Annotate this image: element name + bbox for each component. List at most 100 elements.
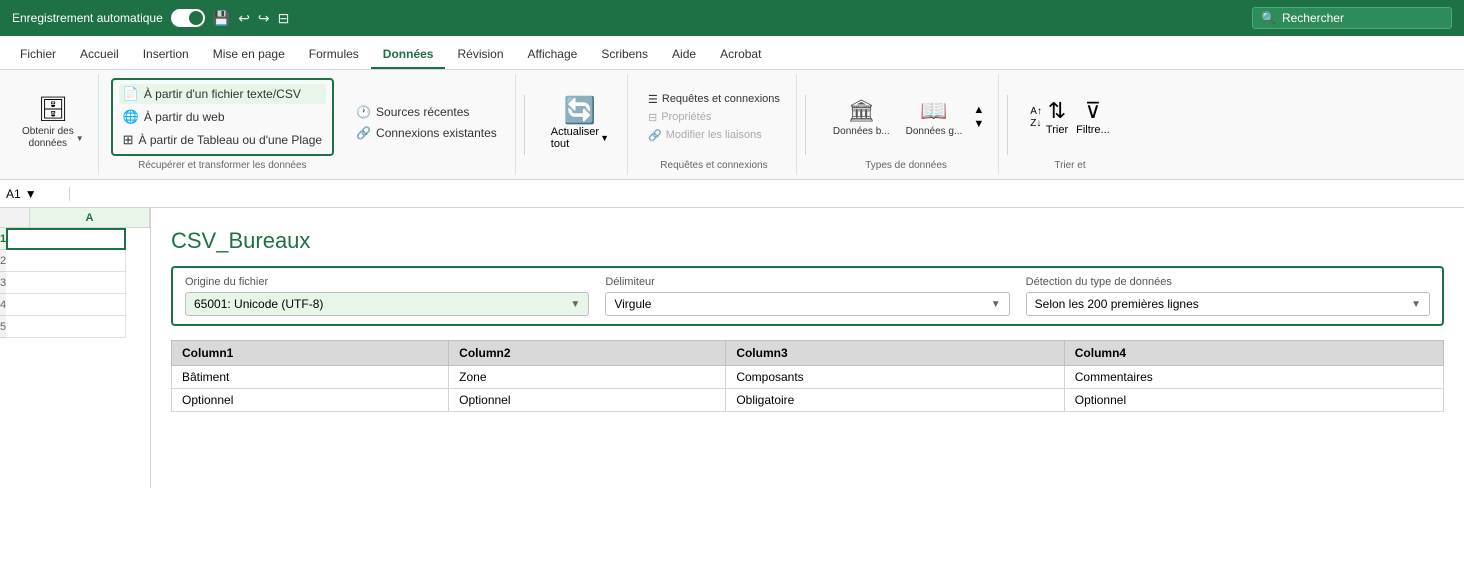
redo-icon[interactable]: ↪ bbox=[258, 10, 270, 27]
arrow-container bbox=[151, 208, 191, 224]
liaisons-label: Modifier les liaisons bbox=[666, 129, 762, 141]
tab-aide[interactable]: Aide bbox=[660, 41, 708, 69]
delimiteur-label: Délimiteur bbox=[605, 276, 1009, 288]
types-up-icon[interactable]: ▲ bbox=[973, 104, 984, 116]
actualiser-arrow: ▼ bbox=[600, 133, 609, 143]
cell-obligatoire: Obligatoire bbox=[726, 389, 1064, 412]
cell-ref-value: A1 bbox=[6, 187, 21, 201]
customize-icon[interactable]: ⊟ bbox=[278, 10, 290, 27]
separator-2 bbox=[805, 95, 806, 155]
search-box[interactable]: 🔍 Rechercher bbox=[1252, 7, 1452, 29]
connection-icon: 🔗 bbox=[356, 126, 371, 140]
annotation-svg bbox=[151, 208, 191, 224]
recent-icon: 🕐 bbox=[356, 105, 371, 119]
sources-recentes-button[interactable]: 🕐 Sources récentes bbox=[352, 103, 501, 121]
save-icon[interactable]: 💾 bbox=[213, 10, 230, 27]
donnees-b-label: Données b... bbox=[833, 126, 890, 137]
tab-revision[interactable]: Révision bbox=[445, 41, 515, 69]
sort-z1-icon: Z↓ bbox=[1030, 118, 1042, 129]
undo-icon[interactable]: ↩ bbox=[238, 10, 250, 27]
toggle-knob bbox=[189, 11, 203, 25]
web-source-button[interactable]: 🌐 À partir du web bbox=[119, 107, 326, 127]
requetes-content: ☰ Requêtes et connexions ⊟ Propriétés 🔗 … bbox=[640, 78, 788, 156]
tab-fichier[interactable]: Fichier bbox=[8, 41, 68, 69]
origine-label: Origine du fichier bbox=[185, 276, 589, 288]
title-bar: Enregistrement automatique 💾 ↩ ↪ ⊟ 🔍 Rec… bbox=[0, 0, 1464, 36]
csv-source-button[interactable]: 📄 À partir d'un fichier texte/CSV bbox=[119, 84, 326, 104]
cell-reference[interactable]: A1 ▼ bbox=[0, 187, 70, 201]
spreadsheet-row-4: 4 bbox=[0, 294, 150, 316]
proprietes-label: Propriétés bbox=[661, 111, 711, 123]
col-header-3: Column3 bbox=[726, 341, 1064, 366]
table-row: Optionnel Optionnel Obligatoire Optionne… bbox=[172, 389, 1444, 412]
ribbon-group-sources: 📄 À partir d'un fichier texte/CSV 🌐 À pa… bbox=[103, 74, 334, 175]
requetes-label: Requêtes et connexions bbox=[662, 93, 780, 105]
ribbon-group-obtenir: 🗄 Obtenir desdonnées ▼ bbox=[8, 74, 99, 175]
title-bar-left: Enregistrement automatique 💾 ↩ ↪ ⊟ bbox=[12, 9, 1240, 27]
modifier-liaisons-button[interactable]: 🔗 Modifier les liaisons bbox=[646, 128, 782, 143]
cell-a1[interactable] bbox=[6, 228, 126, 250]
actualiser-content: 🔄 Actualisertout ▼ bbox=[541, 78, 619, 167]
options-row: Origine du fichier 65001: Unicode (UTF-8… bbox=[171, 266, 1444, 326]
origine-chevron: ▼ bbox=[570, 299, 580, 310]
types-down-icon[interactable]: ▼ bbox=[973, 118, 984, 130]
tab-acrobat[interactable]: Acrobat bbox=[708, 41, 773, 69]
ribbon-group-recentes: 🕐 Sources récentes 🔗 Connexions existant… bbox=[338, 74, 516, 175]
connexions-existantes-button[interactable]: 🔗 Connexions existantes bbox=[352, 124, 501, 142]
obtenir-donnees-button[interactable]: 🗄 Obtenir desdonnées ▼ bbox=[16, 91, 90, 154]
tableau-source-button[interactable]: ⊞ À partir de Tableau ou d'une Plage bbox=[119, 130, 326, 150]
tab-mise-en-page[interactable]: Mise en page bbox=[201, 41, 297, 69]
cell-a5[interactable] bbox=[6, 316, 126, 338]
spreadsheet-row-5: 5 bbox=[0, 316, 150, 338]
tab-donnees[interactable]: Données bbox=[371, 41, 446, 69]
cell-optionnel-2: Optionnel bbox=[449, 389, 726, 412]
obtenir-label: Obtenir desdonnées bbox=[22, 126, 74, 150]
building-icon: 🏛 bbox=[847, 98, 875, 124]
cell-a3[interactable] bbox=[6, 272, 126, 294]
spreadsheet-panel: A 1 2 3 4 5 bbox=[0, 208, 150, 488]
obtenir-arrow: ▼ bbox=[76, 134, 84, 143]
sort-icons-group: A↑ Z↓ bbox=[1030, 106, 1042, 129]
detection-select[interactable]: Selon les 200 premières lignes ▼ bbox=[1026, 292, 1430, 316]
cell-a2[interactable] bbox=[6, 250, 126, 272]
trier-btn-wrap: ⇅ Trier bbox=[1046, 98, 1068, 136]
trier-group: A↑ Z↓ ⇅ Trier ⊽ Filtre... bbox=[1024, 94, 1116, 140]
formula-bar: A1 ▼ bbox=[0, 180, 1464, 208]
donnees-g-button[interactable]: 📖 Données g... bbox=[901, 95, 968, 140]
detection-label: Détection du type de données bbox=[1026, 276, 1430, 288]
query-icon: ☰ bbox=[648, 93, 658, 106]
ribbon-tabs: Fichier Accueil Insertion Mise en page F… bbox=[0, 36, 1464, 70]
table-icon: ⊞ bbox=[123, 132, 134, 148]
col-header-a[interactable]: A bbox=[30, 208, 150, 228]
cell-composants: Composants bbox=[726, 366, 1064, 389]
actualiser-group: 🔄 Actualisertout ▼ bbox=[541, 91, 619, 154]
csv-icon: 📄 bbox=[123, 86, 139, 102]
origine-select[interactable]: 65001: Unicode (UTF-8) ▼ bbox=[185, 292, 589, 316]
tab-affichage[interactable]: Affichage bbox=[516, 41, 590, 69]
cell-a4[interactable] bbox=[6, 294, 126, 316]
spreadsheet-row-3: 3 bbox=[0, 272, 150, 294]
autosave-toggle[interactable] bbox=[171, 9, 205, 27]
proprietes-button[interactable]: ⊟ Propriétés bbox=[646, 110, 782, 125]
donnees-b-button[interactable]: 🏛 Données b... bbox=[828, 95, 895, 140]
col-header-1: Column1 bbox=[172, 341, 449, 366]
delimiteur-select[interactable]: Virgule ▼ bbox=[605, 292, 1009, 316]
web-label: À partir du web bbox=[144, 110, 225, 124]
donnees-g-label: Données g... bbox=[906, 126, 963, 137]
types-content: 🏛 Données b... 📖 Données g... ▲ ▼ bbox=[822, 78, 990, 156]
connexions-label: Connexions existantes bbox=[376, 126, 497, 140]
tab-insertion[interactable]: Insertion bbox=[131, 41, 201, 69]
filter-icon: ⊽ bbox=[1085, 98, 1101, 124]
detection-value: Selon les 200 premières lignes bbox=[1035, 297, 1199, 311]
tab-formules[interactable]: Formules bbox=[297, 41, 371, 69]
tab-scribens[interactable]: Scribens bbox=[589, 41, 660, 69]
sources-group: 🕐 Sources récentes 🔗 Connexions existant… bbox=[346, 99, 507, 146]
tab-accueil[interactable]: Accueil bbox=[68, 41, 131, 69]
ribbon-content: 🗄 Obtenir desdonnées ▼ 📄 À partir d'un f… bbox=[0, 70, 1464, 180]
delimiteur-value: Virgule bbox=[614, 297, 651, 311]
preview-table: Column1 Column2 Column3 Column4 Bâtiment… bbox=[171, 340, 1444, 412]
requetes-connexions-button[interactable]: ☰ Requêtes et connexions bbox=[646, 92, 782, 107]
main-area: A 1 2 3 4 5 bbox=[0, 208, 1464, 488]
types-group: 🏛 Données b... 📖 Données g... ▲ ▼ bbox=[822, 91, 990, 144]
trier-label: Trier bbox=[1046, 124, 1068, 136]
